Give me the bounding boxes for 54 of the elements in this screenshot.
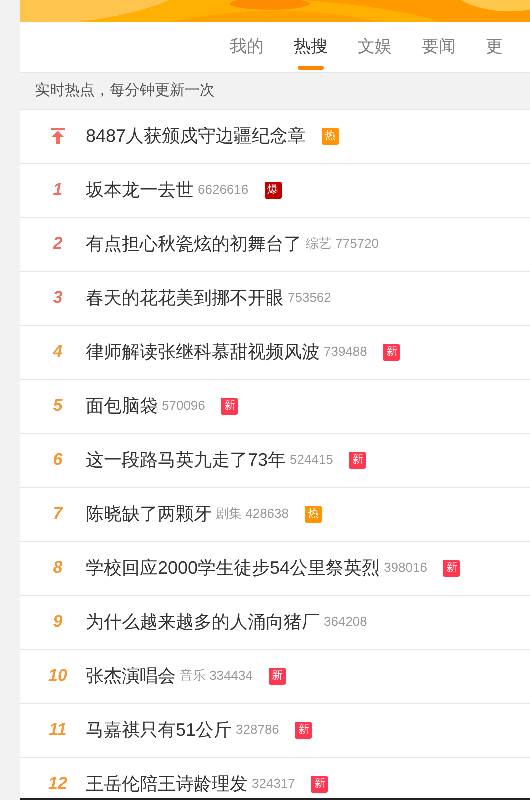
rank-number: 10 (48, 665, 68, 688)
tab[interactable]: 更 (486, 22, 503, 72)
heat-count: 570096 (162, 397, 206, 416)
pin-top-icon (51, 128, 65, 144)
tag: 爆 (264, 182, 282, 198)
heat-count: 364208 (324, 613, 368, 632)
topic-link[interactable]: 有点担心秋瓷炫的初舞台了 (86, 230, 302, 258)
heat-count: 739488 (324, 343, 368, 362)
topic-link[interactable]: 张杰演唱会 (86, 662, 176, 690)
tab[interactable]: 要闻 (422, 22, 456, 72)
heat-count: 398016 (384, 559, 428, 578)
topic-link[interactable]: 8487人获颁戍守边疆纪念章 (86, 122, 306, 150)
topic-link[interactable]: 春天的花花美到挪不开眼 (86, 284, 284, 312)
topic-link[interactable]: 坂本龙一去世 (86, 176, 194, 204)
tab[interactable]: 文娱 (358, 22, 392, 72)
tag: 新 (383, 344, 400, 360)
heat-count: 753562 (288, 289, 332, 308)
tag: 新 (349, 452, 366, 468)
topic-link[interactable]: 面包脑袋 (86, 392, 158, 420)
rank-number: 8 (52, 557, 64, 580)
tag: 新 (311, 776, 328, 792)
tag: 热 (322, 128, 340, 144)
topic-link[interactable]: 律师解读张继科慕甜视频风波 (86, 338, 320, 366)
heat-count: 324317 (252, 775, 296, 794)
rank-number: 12 (48, 773, 68, 796)
rank-number: 1 (52, 179, 64, 202)
tab[interactable]: 热搜 (294, 22, 328, 72)
topic-link[interactable]: 学校回应2000学生徒步54公里祭英烈 (86, 554, 380, 582)
topic-link[interactable]: 王岳伦陪王诗龄理发 (86, 770, 248, 798)
topic-link[interactable]: 马嘉祺只有51公斤 (86, 716, 232, 744)
rank-number: 11 (48, 719, 68, 742)
heat-count: 6626616 (198, 181, 249, 200)
heat-count: 综艺 775720 (306, 235, 379, 254)
rank-number: 9 (52, 611, 64, 634)
rank-number: 6 (52, 449, 64, 472)
heat-count: 328786 (236, 721, 280, 740)
tag: 热 (305, 506, 322, 522)
rank-number: 2 (52, 233, 64, 256)
tag: 新 (295, 722, 312, 738)
tag: 新 (221, 398, 238, 414)
tag: 新 (443, 560, 460, 576)
topic-link[interactable]: 陈晓缺了两颗牙 (86, 500, 212, 528)
topic-link[interactable]: 为什么越来越多的人涌向猪厂 (86, 608, 320, 636)
notice-text: 实时热点，每分钟更新一次 (20, 73, 530, 110)
rank-number: 7 (52, 503, 64, 526)
topic-link[interactable]: 这一段路马英九走了73年 (86, 446, 286, 474)
rank-number: 3 (52, 287, 64, 310)
heat-count: 音乐 334434 (180, 667, 253, 686)
tag: 新 (269, 668, 286, 684)
heat-count: 524415 (290, 451, 334, 470)
heat-count: 剧集 428638 (216, 505, 289, 524)
tab[interactable]: 我的 (230, 22, 264, 72)
rank-number: 4 (52, 341, 64, 364)
rank-number: 5 (52, 395, 64, 418)
